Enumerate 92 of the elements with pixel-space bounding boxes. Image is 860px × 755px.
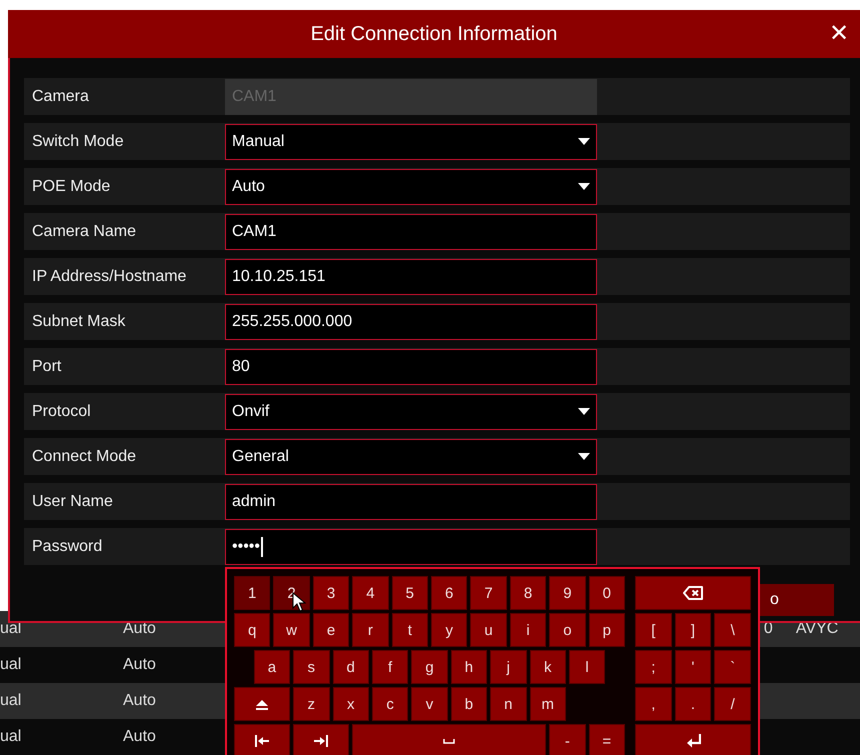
field-label: Password (31, 538, 104, 556)
keyboard-key[interactable]: ; (635, 650, 672, 684)
keyboard-key[interactable]: l (568, 650, 606, 684)
input-field[interactable]: ••••• (225, 528, 597, 564)
field-label: Camera Name (31, 222, 138, 240)
keyboard-key[interactable]: e (312, 613, 350, 647)
field-label: Protocol (31, 402, 92, 420)
close-button[interactable]: ✕ (826, 20, 852, 46)
keyboard-key[interactable]: s (293, 650, 330, 684)
keyboard-key[interactable]: a (254, 650, 290, 684)
field-label: POE Mode (31, 178, 112, 196)
keyboard-key[interactable]: g (411, 650, 448, 684)
no-button[interactable]: o (758, 584, 834, 616)
dialog-title: Edit Connection Information (310, 22, 558, 46)
keyboard-key[interactable]: q (234, 613, 270, 647)
field-label: IP Address/Hostname (31, 268, 188, 286)
field-label: Port (31, 358, 62, 376)
keyboard-key[interactable]: ] (674, 613, 712, 647)
dropdown[interactable]: General (225, 438, 597, 474)
keyboard-key[interactable]: 0 (588, 576, 625, 610)
keyboard-key[interactable]: f (372, 650, 408, 684)
keyboard-key[interactable]: i (510, 613, 546, 647)
field-label: Connect Mode (31, 448, 138, 466)
field-label: Subnet Mask (31, 312, 126, 330)
table-cell: ual (0, 692, 22, 709)
dropdown-arrow-icon (578, 138, 590, 145)
input-field[interactable]: admin (225, 484, 597, 520)
dropdown-arrow-icon (578, 183, 590, 190)
keyboard-key[interactable]: b (450, 687, 488, 721)
keyboard-key[interactable]: . (674, 687, 712, 721)
keyboard-key[interactable] (293, 724, 350, 755)
space-icon (443, 738, 456, 744)
table-cell: Auto (123, 728, 156, 746)
keyboard-key[interactable]: z (293, 687, 330, 721)
tab-icon (314, 735, 328, 747)
keyboard-key[interactable]: p (588, 613, 625, 647)
keyboard-key[interactable]: x (332, 687, 369, 721)
input-field[interactable]: CAM1 (225, 214, 597, 250)
keyboard-key[interactable]: 6 (431, 576, 468, 610)
table-cell: ual (0, 620, 22, 637)
back-tab-icon (255, 735, 270, 747)
keyboard-key[interactable]: v (411, 687, 448, 721)
keyboard-key[interactable]: c (372, 687, 408, 721)
keyboard-key[interactable]: k (530, 650, 566, 684)
keyboard-key[interactable]: t (392, 613, 428, 647)
enter-icon (686, 734, 700, 748)
dropdown[interactable]: Auto (225, 168, 597, 204)
table-cell: Auto (123, 656, 156, 674)
field-label: User Name (31, 492, 114, 510)
keyboard-key[interactable]: j (490, 650, 526, 684)
keyboard-key[interactable]: o (549, 613, 586, 647)
keyboard-key[interactable]: y (431, 613, 468, 647)
input-field[interactable]: 10.10.25.151 (225, 258, 597, 294)
keyboard-key[interactable]: 3 (312, 576, 350, 610)
keyboard-key[interactable]: h (450, 650, 488, 684)
keyboard-key[interactable]: [ (635, 613, 672, 647)
keyboard-key[interactable]: / (714, 687, 751, 721)
dropdown[interactable]: Onvif (225, 394, 597, 430)
keyboard-key[interactable]: w (273, 613, 310, 647)
keyboard-key[interactable]: , (635, 687, 672, 721)
input-field[interactable]: 80 (225, 348, 597, 384)
keyboard-key[interactable] (635, 576, 751, 610)
field-label: Switch Mode (31, 132, 125, 150)
keyboard-key[interactable]: u (470, 613, 507, 647)
table-cell: Auto (123, 620, 156, 638)
keyboard-key[interactable]: 8 (510, 576, 546, 610)
keyboard-key[interactable]: \ (714, 613, 751, 647)
dropdown-arrow-icon (578, 453, 590, 460)
keyboard-key[interactable] (234, 687, 290, 721)
keyboard-key[interactable]: r (352, 613, 389, 647)
keyboard-key[interactable]: m (530, 687, 566, 721)
input-field[interactable]: 255.255.000.000 (225, 304, 597, 340)
keyboard-key[interactable]: n (490, 687, 526, 721)
keyboard-key[interactable]: 5 (392, 576, 428, 610)
keyboard-key[interactable]: 9 (549, 576, 586, 610)
keyboard-key[interactable]: ` (714, 650, 751, 684)
dropdown[interactable]: Manual (225, 124, 597, 160)
keyboard-key[interactable]: ' (674, 650, 712, 684)
table-cell: Auto (123, 692, 156, 710)
dropdown-arrow-icon (578, 408, 590, 415)
keyboard-key[interactable]: 1 (234, 576, 270, 610)
keyboard-key[interactable]: d (332, 650, 369, 684)
field-label: Camera (31, 88, 90, 106)
keyboard-key[interactable]: 7 (470, 576, 507, 610)
shift-icon (255, 698, 270, 710)
table-cell: ual (0, 728, 22, 745)
keyboard-key[interactable] (234, 724, 290, 755)
backspace-icon (683, 586, 703, 600)
keyboard-key[interactable]: 4 (352, 576, 389, 610)
keyboard-key[interactable]: - (549, 724, 586, 755)
keyboard-key[interactable]: = (588, 724, 625, 755)
table-cell: ual (0, 656, 22, 673)
